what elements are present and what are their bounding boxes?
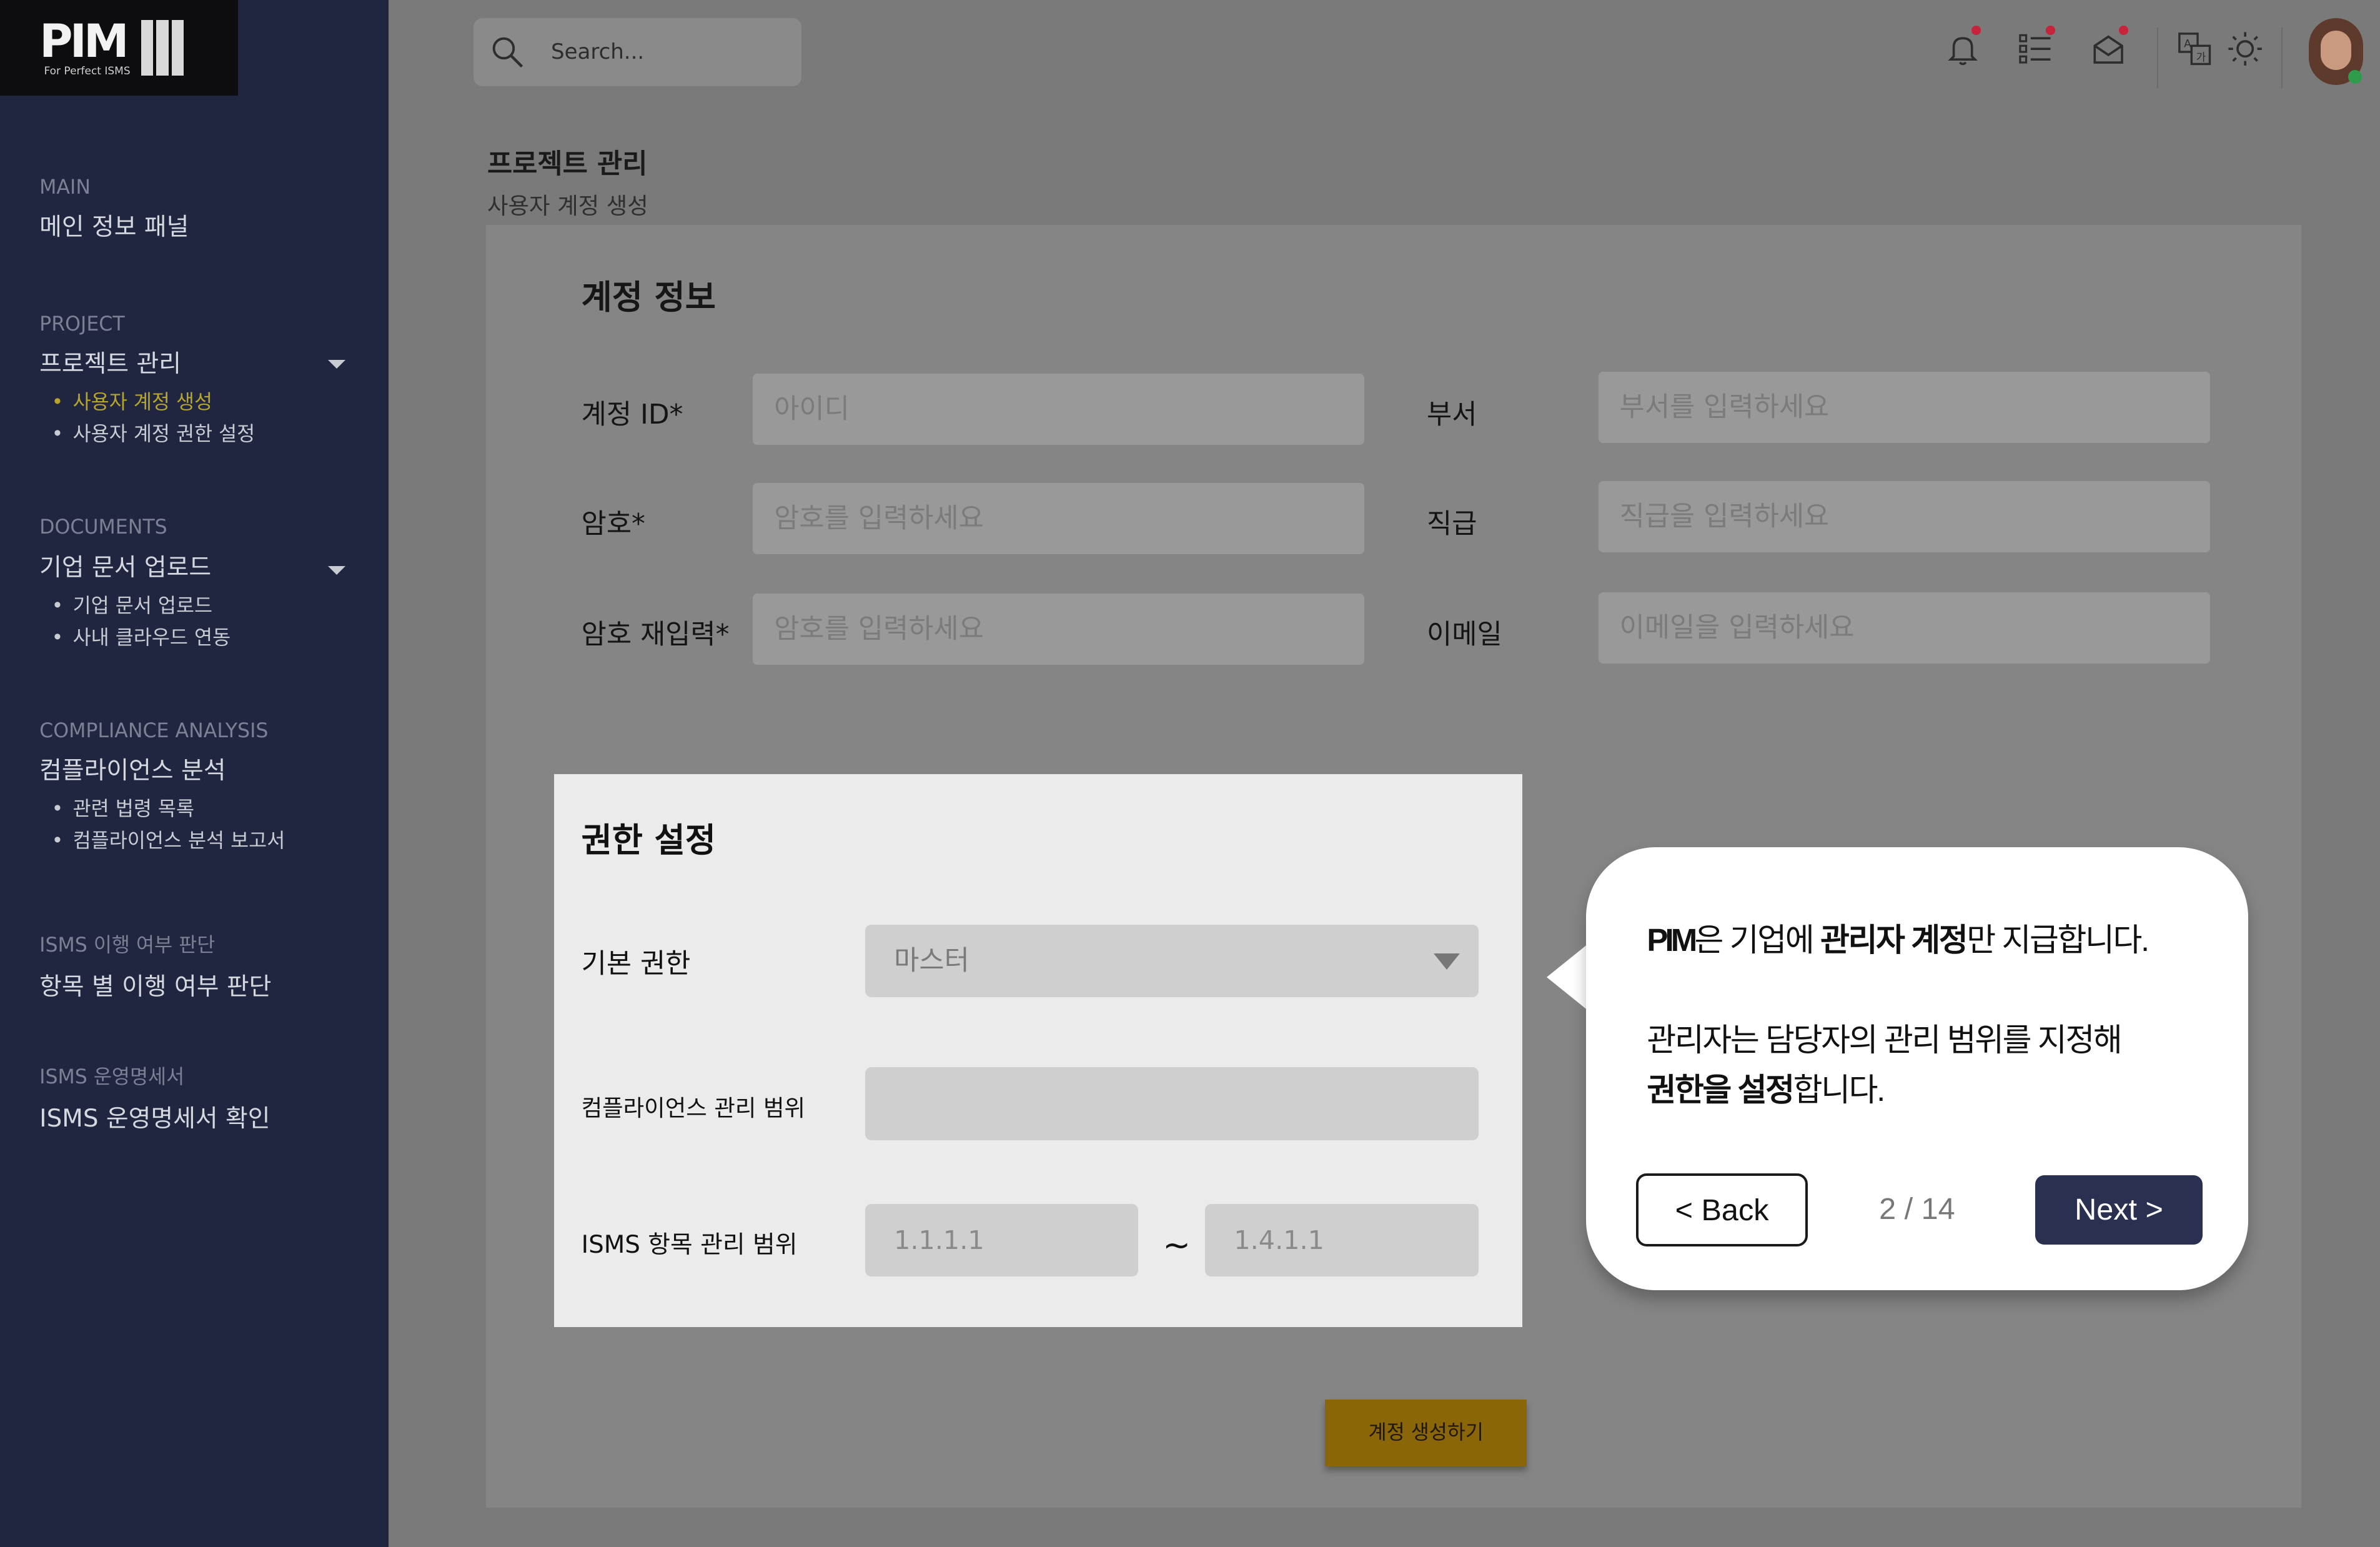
notification-dot [1971, 26, 1981, 35]
section-label: DOCUMENTS [39, 516, 167, 539]
sidebar-item-document-upload[interactable]: 기업 문서 업로드 [39, 548, 231, 583]
account-id-input[interactable]: 아이디 [753, 373, 1365, 445]
account-id-label: 계정 ID* [581, 398, 683, 430]
sun-icon[interactable] [2227, 31, 2263, 67]
compliance-scope-input[interactable] [865, 1067, 1479, 1140]
section-label: PROJECT [39, 312, 125, 336]
sidebar-section-isms-judgement: ISMS 이행 여부 판단 항목 별 이행 여부 판단 [39, 929, 271, 1002]
section-label: ISMS 운영명세서 [39, 1066, 185, 1089]
sidebar-item-isms-spec[interactable]: ISMS 운영명세서 확인 [39, 1099, 270, 1134]
sidebar-subitem-account-permissions[interactable]: 사용자 계정 권한 설정 [52, 419, 255, 450]
department-input[interactable]: 부서를 입력하세요 [1598, 372, 2210, 444]
position-input[interactable]: 직급을 입력하세요 [1598, 481, 2210, 553]
translate-icon[interactable]: A 가 [2176, 31, 2213, 67]
chevron-down-icon[interactable] [327, 566, 345, 575]
password-input[interactable]: 암호를 입력하세요 [753, 482, 1365, 554]
tour-tooltip: PIM은 기업에 관리자 계정만 지급합니다. 관리자는 담당자의 관리 범위를… [1586, 847, 2248, 1291]
chevron-down-icon[interactable] [327, 359, 345, 369]
mail-icon[interactable] [2090, 31, 2126, 67]
section-label: COMPLIANCE ANALYSIS [39, 719, 269, 742]
sidebar-item-main-panel[interactable]: 메인 정보 패널 [39, 207, 189, 242]
toolbar-divider [2281, 27, 2283, 88]
notification-dot [2119, 26, 2128, 35]
tooltip-emphasis: 권한을 설정 [1647, 1072, 1795, 1108]
logo-tagline: For Perfect ISMS [44, 65, 131, 78]
online-status-dot [2348, 69, 2362, 84]
logo[interactable]: PIM For Perfect ISMS [0, 0, 239, 96]
notification-dot [2046, 26, 2055, 35]
search-bar[interactable]: Search... [474, 18, 801, 87]
svg-text:A: A [2184, 37, 2191, 50]
range-separator: ~ [1163, 1225, 1191, 1265]
tooltip-emphasis: 관리자 계정 [1820, 922, 1968, 958]
email-input[interactable]: 이메일을 입력하세요 [1598, 592, 2210, 664]
tooltip-pointer [1547, 941, 1592, 1014]
department-label: 부서 [1427, 398, 1477, 430]
list-icon[interactable] [2017, 31, 2053, 67]
tooltip-text: 만 지급합니다. [1966, 922, 2149, 958]
isms-scope-to-input[interactable]: 1.4.1.1 [1205, 1203, 1479, 1277]
account-form-title: 계정 정보 [581, 277, 716, 317]
sidebar: PIM For Perfect ISMS MAIN 메인 정보 패널 PROJE… [0, 0, 389, 1547]
basic-permission-select[interactable]: 마스터 [865, 924, 1479, 998]
sidebar-subitem-document-upload[interactable]: 기업 문서 업로드 [52, 590, 231, 622]
position-label: 직급 [1427, 507, 1477, 540]
password-confirm-label: 암호 재입력* [581, 619, 730, 651]
isms-scope-from-input[interactable]: 1.1.1.1 [865, 1203, 1139, 1277]
sidebar-section-documents: DOCUMENTS 기업 문서 업로드 기업 문서 업로드 사내 클라우드 연동 [39, 516, 231, 654]
tooltip-line-1: PIM은 기업에 관리자 계정만 지급합니다. [1647, 914, 2149, 960]
isms-scope-label: ISMS 항목 관리 범위 [581, 1230, 798, 1259]
password-confirm-input[interactable]: 암호를 입력하세요 [753, 594, 1365, 665]
search-input[interactable]: Search... [551, 39, 644, 64]
sidebar-subitem-create-account[interactable]: 사용자 계정 생성 [52, 387, 255, 419]
section-label: MAIN [39, 176, 91, 199]
tooltip-brand: PIM [1647, 922, 1697, 958]
logo-bars-icon [141, 19, 187, 82]
sidebar-section-compliance: COMPLIANCE ANALYSIS 컴플라이언스 분석 관련 법령 목록 컴… [39, 720, 285, 858]
tooltip-text: 은 기업에 [1694, 922, 1820, 958]
search-icon [492, 37, 523, 68]
toolbar-divider [2156, 27, 2159, 88]
section-label: ISMS 이행 여부 판단 [39, 934, 216, 957]
tooltip-line-3: 권한을 설정합니다. [1647, 1064, 1886, 1110]
permission-settings-title: 권한 설정 [581, 820, 716, 860]
sidebar-item-item-judgement[interactable]: 항목 별 이행 여부 판단 [39, 967, 271, 1002]
sidebar-subitem-cloud-sync[interactable]: 사내 클라우드 연동 [52, 622, 231, 654]
page-title: 프로젝트 관리 [487, 147, 648, 180]
basic-permission-label: 기본 권한 [581, 948, 691, 980]
compliance-scope-label: 컴플라이언스 관리 범위 [581, 1094, 805, 1122]
svg-text:가: 가 [2196, 51, 2206, 64]
sidebar-section-isms-spec: ISMS 운영명세서 ISMS 운영명세서 확인 [39, 1061, 270, 1134]
page-subtitle: 사용자 계정 생성 [487, 192, 648, 220]
dropdown-arrow-icon [1434, 953, 1460, 970]
sidebar-subitem-related-laws[interactable]: 관련 법령 목록 [52, 793, 285, 825]
sidebar-subitem-compliance-report[interactable]: 컴플라이언스 분석 보고서 [52, 825, 285, 857]
sidebar-item-project-management[interactable]: 프로젝트 관리 [39, 344, 255, 379]
password-label: 암호* [581, 507, 645, 540]
tooltip-text: 합니다. [1793, 1072, 1886, 1108]
next-button[interactable]: Next > [2035, 1175, 2203, 1245]
permission-settings-panel: 권한 설정 기본 권한 마스터 컴플라이언스 관리 범위 ISMS 항목 관리 … [553, 774, 1523, 1327]
sidebar-section-project: PROJECT 프로젝트 관리 사용자 계정 생성 사용자 계정 권한 설정 [39, 313, 255, 451]
logo-text: PIM [39, 15, 129, 69]
back-button[interactable]: < Back [1636, 1173, 1808, 1246]
sidebar-section-main: MAIN 메인 정보 패널 [39, 176, 189, 243]
sidebar-item-compliance-analysis[interactable]: 컴플라이언스 분석 [39, 751, 285, 786]
basic-permission-value: 마스터 [894, 944, 969, 977]
create-account-button[interactable]: 계정 생성하기 [1325, 1400, 1527, 1467]
bell-icon[interactable] [1945, 31, 1981, 67]
tooltip-line-2: 관리자는 담당자의 관리 범위를 지정해 [1647, 1022, 2122, 1058]
email-label: 이메일 [1427, 619, 1502, 651]
tour-step-counter: 2 / 14 [1879, 1192, 1955, 1226]
